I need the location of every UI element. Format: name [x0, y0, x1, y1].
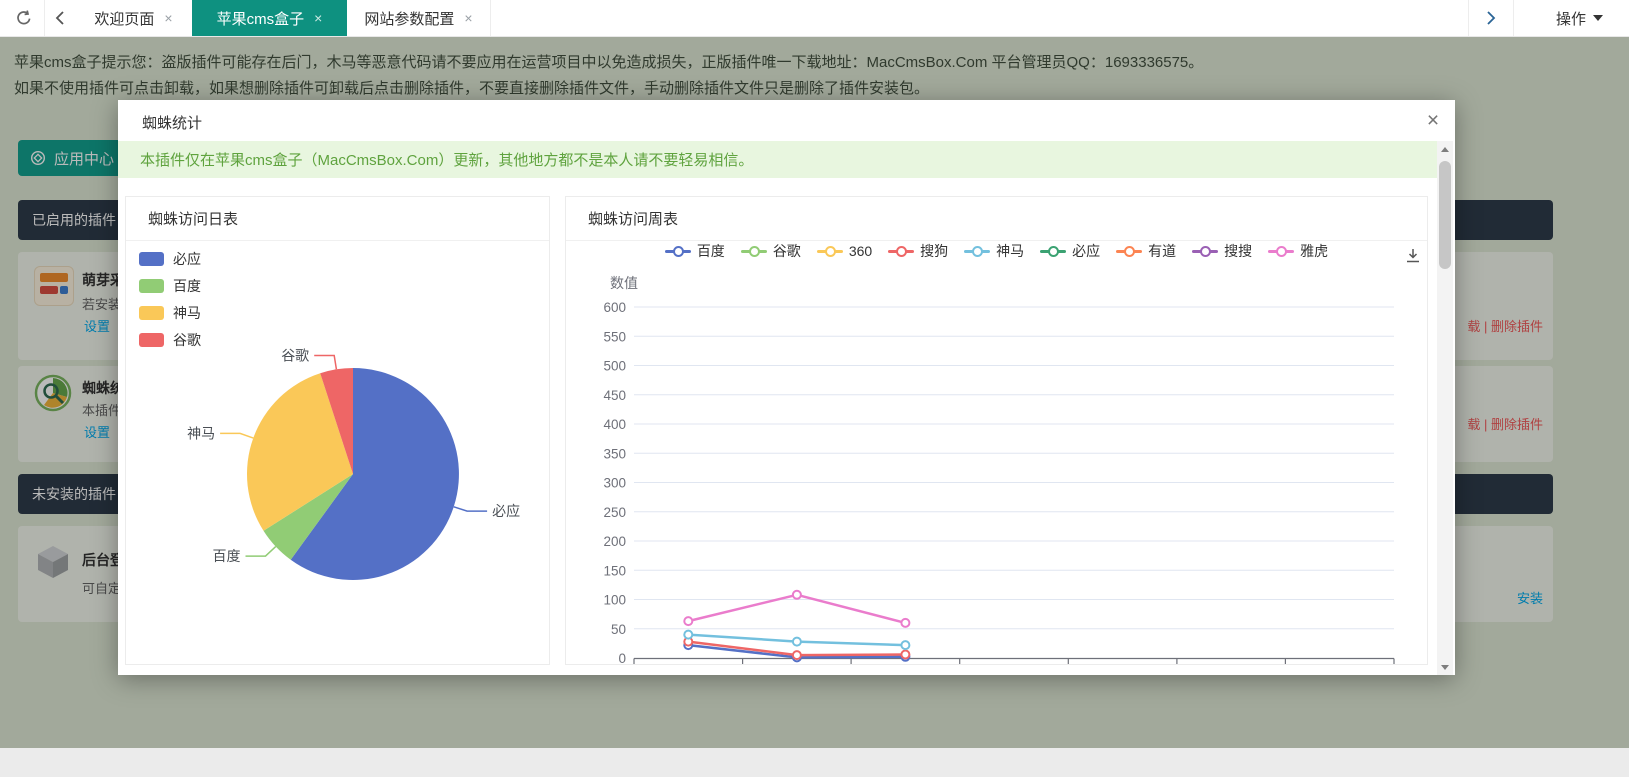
line-chart-svg: 050100150200250300350400450500550600数值星期… — [566, 197, 1427, 664]
pie-legend: 必应百度神马谷歌 — [139, 249, 201, 349]
bottom-strip — [0, 748, 1629, 777]
chevron-down-icon — [1593, 15, 1603, 21]
line-legend: 百度 谷歌 360 搜狗 神马 必应 有道 搜搜 雅虎 — [566, 243, 1427, 259]
close-icon[interactable]: × — [1420, 108, 1446, 134]
tab-label: 苹果cms盒子 — [217, 8, 305, 29]
legend-marker — [1040, 244, 1066, 258]
data-point — [901, 619, 909, 627]
data-point — [793, 651, 801, 659]
modal-scrollbar[interactable] — [1437, 141, 1453, 675]
tab-welcome[interactable]: 欢迎页面 × — [75, 0, 193, 36]
legend-marker — [964, 244, 990, 258]
line-legend-item-7[interactable]: 搜搜 — [1192, 243, 1252, 259]
pie-chart-card: 蜘蛛访问日表 必应百度神马谷歌 必应百度神马谷歌 — [125, 196, 550, 665]
legend-label: 百度 — [697, 241, 725, 261]
tab-bar: 欢迎页面 × 苹果cms盒子 × 网站参数配置 × 操作 — [0, 0, 1629, 37]
legend-label: 谷歌 — [173, 330, 201, 350]
pie-legend-item-2[interactable]: 神马 — [139, 303, 201, 322]
pie-legend-item-1[interactable]: 百度 — [139, 276, 201, 295]
tabs-scroll-right-icon[interactable] — [1474, 0, 1508, 36]
tab-close-icon[interactable]: × — [314, 11, 322, 25]
tabs-scroll-left-icon[interactable] — [46, 0, 74, 36]
scrollbar-thumb[interactable] — [1439, 161, 1451, 269]
y-tick-label: 250 — [603, 505, 626, 520]
y-axis-name: 数值 — [610, 275, 638, 291]
legend-label: 百度 — [173, 276, 201, 296]
y-tick-label: 200 — [603, 534, 626, 549]
line-chart-card: 蜘蛛访问周表 百度谷歌360搜狗神马必应有道搜搜雅虎 0501001502002… — [565, 196, 1428, 665]
y-tick-label: 500 — [603, 359, 626, 374]
pie-slice-label: 必应 — [492, 503, 520, 519]
legend-marker — [888, 244, 914, 258]
y-tick-label: 600 — [603, 300, 626, 315]
refresh-icon[interactable] — [6, 0, 42, 36]
legend-label: 有道 — [1148, 241, 1176, 261]
legend-marker — [1116, 244, 1142, 258]
y-tick-label: 550 — [603, 329, 626, 344]
scroll-up-icon[interactable] — [1437, 141, 1453, 157]
data-point — [901, 641, 909, 649]
pie-legend-item-0[interactable]: 必应 — [139, 249, 201, 268]
legend-label: 必应 — [1072, 241, 1100, 261]
legend-swatch — [139, 333, 164, 347]
legend-label: 搜搜 — [1224, 241, 1252, 261]
y-tick-label: 300 — [603, 476, 626, 491]
data-point — [684, 631, 692, 639]
pie-slice-label: 百度 — [213, 548, 241, 564]
line-legend-item-2[interactable]: 360 — [817, 243, 872, 259]
action-label: 操作 — [1556, 8, 1586, 29]
scroll-down-icon[interactable] — [1437, 659, 1453, 675]
data-point — [901, 651, 909, 659]
legend-label: 雅虎 — [1300, 241, 1328, 261]
data-point — [684, 617, 692, 625]
legend-marker — [1192, 244, 1218, 258]
y-tick-label: 350 — [603, 446, 626, 461]
legend-label: 360 — [849, 243, 872, 259]
y-tick-label: 400 — [603, 417, 626, 432]
legend-swatch — [139, 252, 164, 266]
screen: 欢迎页面 × 苹果cms盒子 × 网站参数配置 × 操作 苹果cms盒子提示您：… — [0, 0, 1629, 777]
tab-close-icon[interactable]: × — [464, 11, 472, 25]
action-dropdown[interactable]: 操作 — [1556, 0, 1603, 36]
line-legend-item-0[interactable]: 百度 — [665, 243, 725, 259]
y-tick-label: 50 — [611, 622, 626, 637]
pie-legend-item-3[interactable]: 谷歌 — [139, 330, 201, 349]
legend-swatch — [139, 306, 164, 320]
pie-slice-label: 神马 — [187, 425, 215, 441]
line-legend-item-4[interactable]: 神马 — [964, 243, 1024, 259]
modal-banner: 本插件仅在苹果cms盒子（MacCmsBox.Com）更新，其他地方都不是本人请… — [118, 141, 1437, 178]
legend-swatch — [139, 279, 164, 293]
legend-label: 谷歌 — [773, 241, 801, 261]
tab-label: 网站参数配置 — [364, 8, 454, 29]
data-point — [793, 638, 801, 646]
legend-marker — [817, 244, 843, 258]
legend-label: 搜狗 — [920, 241, 948, 261]
line-legend-item-8[interactable]: 雅虎 — [1268, 243, 1328, 259]
tab-maccms-box[interactable]: 苹果cms盒子 × — [192, 0, 347, 36]
line-legend-item-6[interactable]: 有道 — [1116, 243, 1176, 259]
legend-marker — [741, 244, 767, 258]
tab-close-icon[interactable]: × — [164, 11, 172, 25]
line-legend-item-3[interactable]: 搜狗 — [888, 243, 948, 259]
tab-label: 欢迎页面 — [94, 8, 154, 29]
y-tick-label: 100 — [603, 593, 626, 608]
legend-label: 必应 — [173, 249, 201, 269]
tab-site-config[interactable]: 网站参数配置 × — [347, 0, 491, 36]
modal-title: 蜘蛛统计 — [142, 112, 202, 133]
legend-label: 神马 — [996, 241, 1024, 261]
legend-label: 神马 — [173, 303, 201, 323]
legend-marker — [665, 244, 691, 258]
line-legend-item-1[interactable]: 谷歌 — [741, 243, 801, 259]
legend-marker — [1268, 244, 1294, 258]
line-legend-item-5[interactable]: 必应 — [1040, 243, 1100, 259]
data-point — [793, 591, 801, 599]
y-tick-label: 150 — [603, 563, 626, 578]
y-tick-label: 0 — [618, 651, 626, 664]
spider-stats-modal: 蜘蛛统计 × 本插件仅在苹果cms盒子（MacCmsBox.Com）更新，其他地… — [118, 100, 1455, 675]
y-tick-label: 450 — [603, 388, 626, 403]
pie-slice-label: 谷歌 — [281, 348, 309, 364]
